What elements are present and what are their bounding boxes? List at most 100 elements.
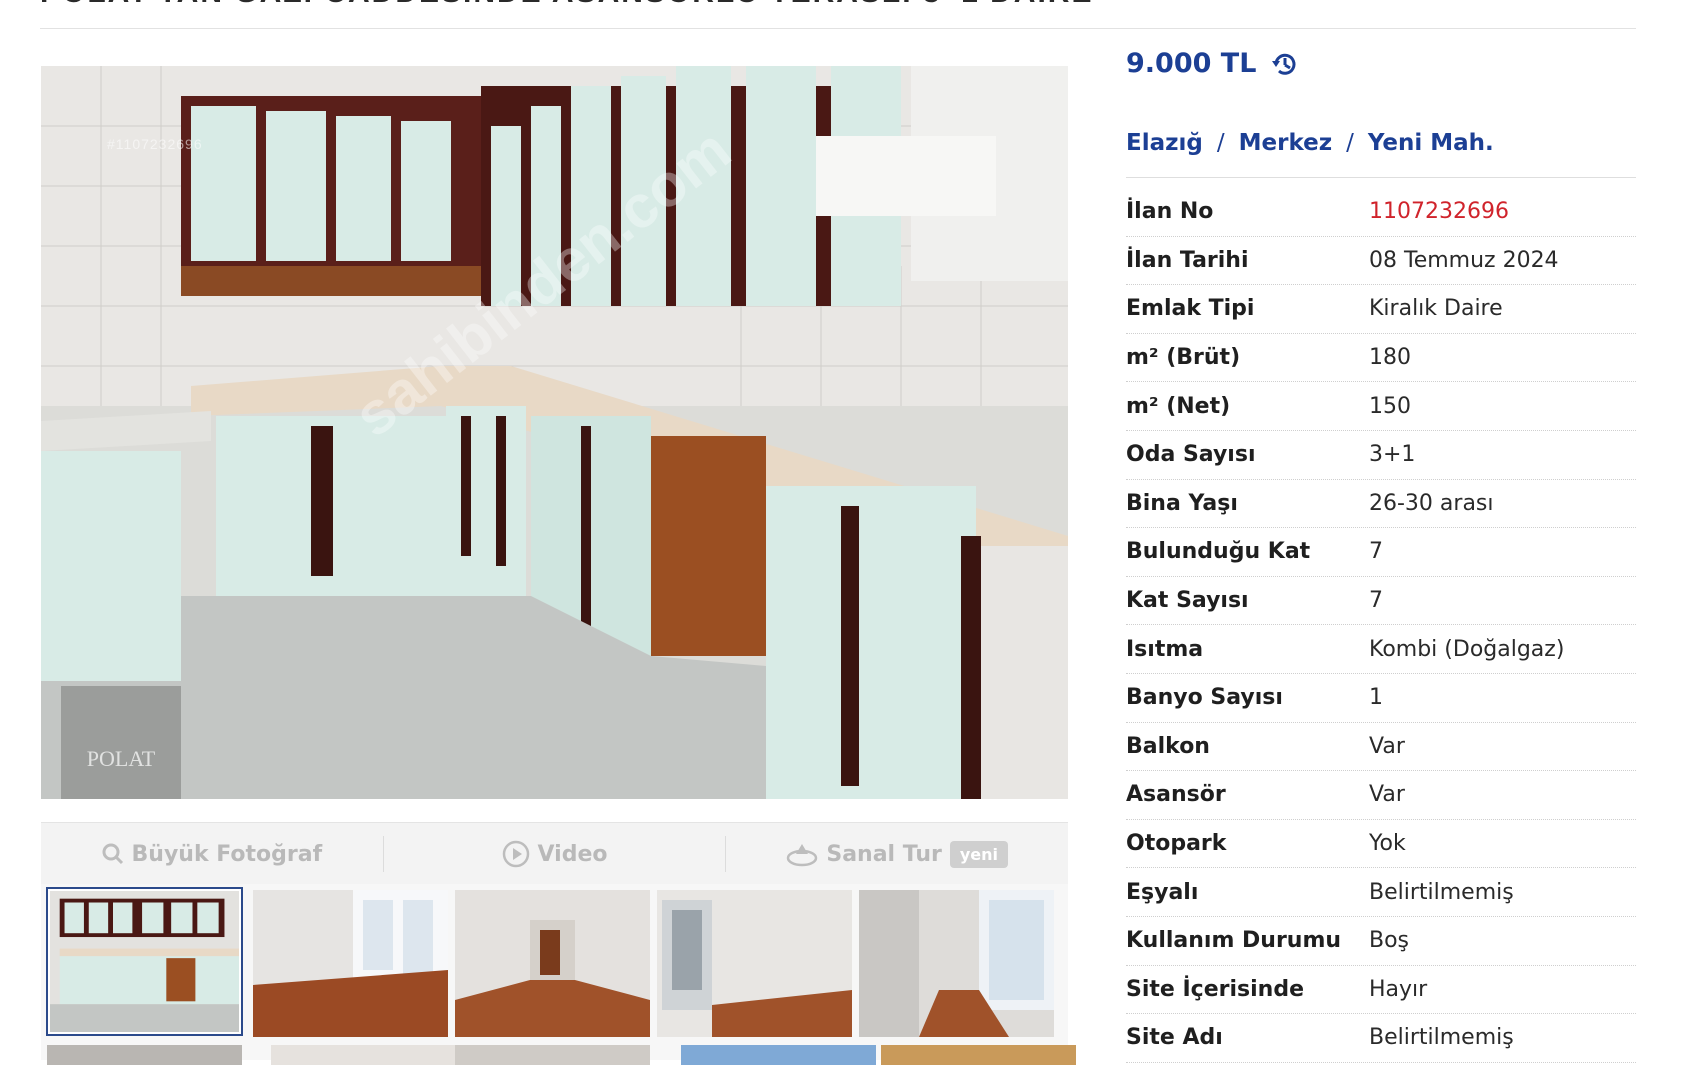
- thumbnail-strip: [41, 884, 1076, 1065]
- detail-row-property-type: Emlak Tipi Kiralık Daire: [1126, 285, 1636, 334]
- breadcrumb-separator: /: [1346, 130, 1354, 156]
- detail-key: Site Adı: [1126, 1025, 1223, 1051]
- detail-key: İlan No: [1126, 199, 1214, 225]
- detail-row-floor: Bulunduğu Kat 7: [1126, 528, 1636, 577]
- detail-value: Var: [1369, 733, 1405, 759]
- history-icon[interactable]: [1270, 49, 1300, 79]
- thumb-image-partial: [681, 1045, 876, 1065]
- detail-value: 1107232696: [1369, 199, 1509, 225]
- detail-key: İlan Tarihi: [1126, 247, 1249, 273]
- large-photo-button[interactable]: Büyük Fotoğraf: [41, 837, 383, 871]
- price: 9.000 TL: [1126, 48, 1300, 79]
- detail-key: Kat Sayısı: [1126, 588, 1249, 614]
- detail-value: 26-30 arası: [1369, 490, 1494, 516]
- thumbnail-5[interactable]: [859, 890, 1054, 1037]
- detail-value: 1: [1369, 685, 1383, 711]
- detail-row-rooms: Oda Sayısı 3+1: [1126, 431, 1636, 480]
- breadcrumb: Elazığ / Merkez / Yeni Mah.: [1126, 130, 1494, 156]
- thumbnail-2[interactable]: [253, 890, 448, 1037]
- thumbnail-1[interactable]: [46, 887, 243, 1036]
- thumbnail-7[interactable]: [271, 1045, 466, 1065]
- title-divider: [40, 28, 1636, 29]
- detail-value: 150: [1369, 393, 1411, 419]
- virtual-tour-button[interactable]: Sanal Tur yeni: [726, 837, 1068, 871]
- detail-row-floor-count: Kat Sayısı 7: [1126, 577, 1636, 626]
- detail-key: Otopark: [1126, 831, 1227, 857]
- detail-row-balcony: Balkon Var: [1126, 723, 1636, 772]
- detail-row-bathrooms: Banyo Sayısı 1: [1126, 674, 1636, 723]
- detail-value: Kiralık Daire: [1369, 296, 1503, 322]
- detail-key: Bulunduğu Kat: [1126, 539, 1311, 565]
- thumbnail-8[interactable]: [455, 1045, 650, 1065]
- breadcrumb-neighborhood[interactable]: Yeni Mah.: [1368, 130, 1494, 156]
- detail-value: 7: [1369, 588, 1383, 614]
- breadcrumb-city[interactable]: Elazığ: [1126, 130, 1203, 156]
- detail-key: m² (Brüt): [1126, 345, 1241, 371]
- detail-key: Site İçerisinde: [1126, 976, 1304, 1002]
- detail-key: Balkon: [1126, 733, 1210, 759]
- breadcrumb-separator: /: [1216, 130, 1225, 156]
- breadcrumb-divider: [1126, 177, 1636, 178]
- logo-text: POLAT: [87, 746, 156, 771]
- detail-value: Belirtilmemiş: [1369, 879, 1514, 905]
- thumb-image-partial: [271, 1045, 466, 1065]
- magnifier-icon: [102, 843, 123, 865]
- detail-value: Yok: [1369, 831, 1406, 857]
- main-photo[interactable]: POLAT #1107232696 sahibinden.com: [41, 66, 1068, 799]
- detail-value: Var: [1369, 782, 1405, 808]
- detail-key: Asansör: [1126, 782, 1226, 808]
- breadcrumb-district[interactable]: Merkez: [1239, 130, 1333, 156]
- detail-row-listing-no: İlan No 1107232696: [1126, 188, 1636, 237]
- vr-icon: [787, 844, 818, 867]
- listing-title: POLAT'TAN GAZİ CADDESİNDE ASANSÖRLÜ TERA…: [40, 0, 1640, 16]
- detail-row-listing-date: İlan Tarihi 08 Temmuz 2024: [1126, 237, 1636, 286]
- video-button[interactable]: Video: [384, 837, 726, 871]
- detail-value: 3+1: [1369, 442, 1416, 468]
- kitchen-photo: POLAT: [41, 66, 1068, 799]
- detail-value: 7: [1369, 539, 1383, 565]
- detail-key: Isıtma: [1126, 636, 1204, 662]
- new-badge: yeni: [949, 840, 1008, 868]
- detail-value: Kombi (Doğalgaz): [1369, 636, 1565, 662]
- detail-value: Boş: [1369, 928, 1410, 954]
- thumb-image-balcony: [859, 890, 1054, 1037]
- thumb-image-hall: [455, 890, 650, 1037]
- thumbnail-9[interactable]: [681, 1045, 876, 1065]
- thumb-image-partial: [881, 1045, 1076, 1065]
- detail-row-building-age: Bina Yaşı 26-30 arası: [1126, 480, 1636, 529]
- thumb-image-partial: [47, 1045, 242, 1065]
- detail-row-net-area: m² (Net) 150: [1126, 382, 1636, 431]
- video-label: Video: [537, 841, 608, 867]
- detail-value: 180: [1369, 345, 1411, 371]
- thumb-image-room: [253, 890, 448, 1037]
- price-value: 9.000 TL: [1126, 48, 1257, 79]
- thumb-image-bath: [657, 890, 852, 1037]
- detail-row-usage-status: Kullanım Durumu Boş: [1126, 917, 1636, 966]
- details-table: İlan No 1107232696 İlan Tarihi 08 Temmuz…: [1126, 188, 1636, 1063]
- photo-id-overlay: #1107232696: [107, 136, 203, 152]
- thumbnail-6[interactable]: [47, 1045, 242, 1065]
- thumb-image-partial: [455, 1045, 650, 1065]
- detail-key: Oda Sayısı: [1126, 442, 1256, 468]
- thumb-image-kitchen: [50, 891, 239, 1032]
- detail-key: Kullanım Durumu: [1126, 928, 1342, 954]
- detail-value: 08 Temmuz 2024: [1369, 247, 1559, 273]
- photo-toolbar: Büyük Fotoğraf Video Sanal Tur yeni: [41, 822, 1068, 885]
- play-icon: [502, 840, 529, 868]
- thumbnail-10[interactable]: [881, 1045, 1076, 1065]
- detail-key: Emlak Tipi: [1126, 296, 1255, 322]
- detail-value: Hayır: [1369, 976, 1428, 1002]
- detail-key: Bina Yaşı: [1126, 490, 1238, 516]
- thumbnail-3[interactable]: [455, 890, 650, 1037]
- detail-key: m² (Net): [1126, 393, 1231, 419]
- detail-row-heating: Isıtma Kombi (Doğalgaz): [1126, 625, 1636, 674]
- detail-row-parking: Otopark Yok: [1126, 820, 1636, 869]
- detail-row-furnished: Eşyalı Belirtilmemiş: [1126, 868, 1636, 917]
- virtual-tour-label: Sanal Tur: [826, 841, 942, 867]
- detail-value: Belirtilmemiş: [1369, 1025, 1514, 1051]
- detail-row-gross-area: m² (Brüt) 180: [1126, 334, 1636, 383]
- detail-row-elevator: Asansör Var: [1126, 771, 1636, 820]
- thumbnail-4[interactable]: [657, 890, 852, 1037]
- detail-key: Banyo Sayısı: [1126, 685, 1283, 711]
- detail-row-in-complex: Site İçerisinde Hayır: [1126, 966, 1636, 1015]
